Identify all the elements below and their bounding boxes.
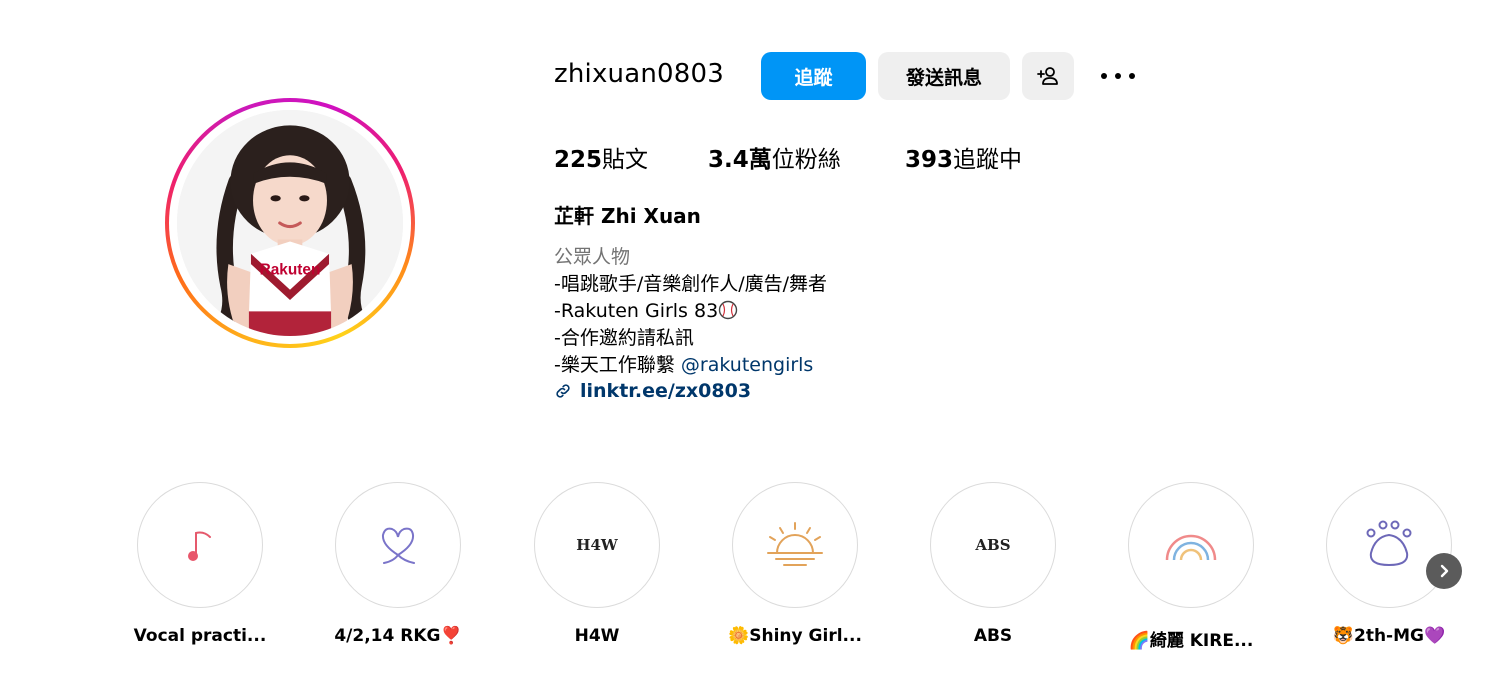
highlight-cover: ABS xyxy=(930,482,1056,608)
sunrise-icon xyxy=(767,522,823,566)
chevron-right-icon xyxy=(1440,564,1449,578)
posts-label: 貼文 xyxy=(602,147,649,173)
bio-line: -合作邀約請私訊 xyxy=(554,327,694,349)
more-dots-icon xyxy=(1101,73,1107,79)
follow-button[interactable]: 追蹤 xyxy=(761,52,866,100)
avatar-border: Rakuten xyxy=(169,102,411,344)
baseball-icon xyxy=(718,300,738,320)
profile-username: zhixuan0803 xyxy=(554,59,724,89)
highlights-next-button[interactable] xyxy=(1426,553,1462,589)
link-icon xyxy=(556,384,570,398)
highlight-label: 4/2,14 RKG❣️ xyxy=(334,626,462,646)
story-highlight[interactable]: Vocal practi... xyxy=(134,482,266,646)
avatar-shirt-text: Rakuten xyxy=(260,261,321,278)
highlight-cover-text: ABS xyxy=(975,536,1011,554)
bio-line: -Rakuten Girls 83 xyxy=(554,298,827,325)
more-dots-icon xyxy=(1115,73,1121,79)
followers-count: 3.4萬 xyxy=(708,147,772,173)
stat-following[interactable]: 393追蹤中 xyxy=(905,140,1022,174)
story-highlight[interactable]: 4/2,14 RKG❣️ xyxy=(334,482,462,646)
avatar-image: Rakuten xyxy=(177,110,403,336)
heart-icon xyxy=(381,527,415,564)
more-dots-icon xyxy=(1129,73,1135,79)
highlight-label: 🌈綺麗 KIRE... xyxy=(1128,631,1254,651)
profile-bio: 公眾人物 -唱跳歌手/音樂創作人/廣告/舞者 -Rakuten Girls 83… xyxy=(554,244,827,379)
music-note-icon xyxy=(188,531,211,561)
highlight-label: H4W xyxy=(574,626,620,646)
story-highlight[interactable]: 🌈綺麗 KIRE... xyxy=(1127,482,1255,651)
story-highlight[interactable]: H4W H4W xyxy=(533,482,661,646)
external-link-text: linktr.ee/zx0803 xyxy=(580,380,752,402)
profile-category: 公眾人物 xyxy=(554,246,631,268)
avatar-photo: Rakuten xyxy=(177,110,403,336)
rainbow-icon xyxy=(1165,534,1217,561)
highlight-cover xyxy=(335,482,461,608)
highlight-label: 🐯2th-MG💜 xyxy=(1332,626,1446,646)
profile-full-name: 芷軒 Zhi Xuan xyxy=(554,204,701,228)
highlight-cover: H4W xyxy=(534,482,660,608)
bio-external-link[interactable]: linktr.ee/zx0803 xyxy=(554,380,751,402)
story-highlight[interactable]: 🌼Shiny Girl... xyxy=(728,482,862,646)
bio-line-text: -Rakuten Girls 83 xyxy=(554,300,719,322)
following-count: 393 xyxy=(905,147,954,173)
following-label: 追蹤中 xyxy=(953,147,1023,173)
paw-icon xyxy=(1366,520,1412,567)
highlight-label: 🌼Shiny Girl... xyxy=(728,626,862,646)
highlight-label: Vocal practi... xyxy=(133,626,267,646)
stat-posts: 225貼文 xyxy=(554,140,648,174)
highlight-cover-text: H4W xyxy=(576,536,618,554)
profile-avatar[interactable]: Rakuten xyxy=(165,98,415,348)
story-highlight[interactable]: ABS ABS xyxy=(929,482,1057,646)
highlight-cover xyxy=(1326,482,1452,608)
send-message-button[interactable]: 發送訊息 xyxy=(878,52,1010,100)
highlight-cover xyxy=(732,482,858,608)
highlight-label: ABS xyxy=(973,626,1013,646)
more-options-button[interactable] xyxy=(1098,62,1138,90)
suggested-users-button[interactable] xyxy=(1022,52,1074,100)
followers-label: 位粉絲 xyxy=(771,147,841,173)
posts-count: 225 xyxy=(554,147,603,173)
stat-followers[interactable]: 3.4萬位粉絲 xyxy=(708,140,841,174)
highlight-cover xyxy=(1128,482,1254,608)
story-highlight[interactable]: 🐯2th-MG💜 xyxy=(1325,482,1453,646)
person-add-icon xyxy=(1037,67,1058,85)
bio-line-text: -樂天工作聯繫 xyxy=(554,354,681,376)
bio-line: -唱跳歌手/音樂創作人/廣告/舞者 xyxy=(554,273,828,295)
mention-link[interactable]: @rakutengirls xyxy=(681,354,813,376)
highlight-cover xyxy=(137,482,263,608)
bio-line: -樂天工作聯繫 @rakutengirls xyxy=(554,352,827,379)
